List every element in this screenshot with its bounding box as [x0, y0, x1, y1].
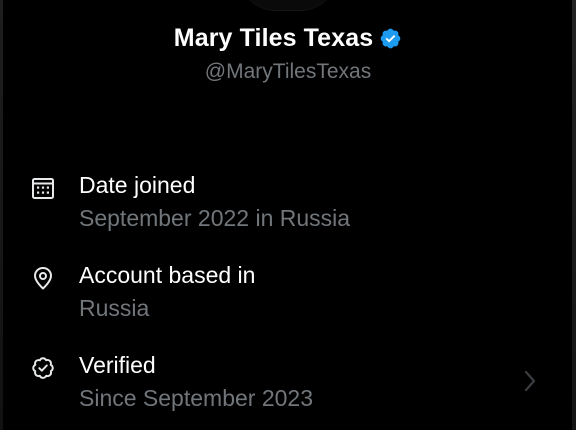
name-line: Mary Tiles Texas [174, 18, 402, 58]
profile-header: Mary Tiles Texas @MaryTilesTexas [0, 18, 576, 84]
row-title-date-joined: Date joined [79, 172, 196, 198]
location-pin-icon [30, 265, 56, 291]
calendar-icon [30, 175, 56, 201]
display-name: Mary Tiles Texas [173, 23, 374, 52]
profile-handle: @MaryTilesTexas [204, 60, 372, 83]
row-subtitle-account-based-in: Russia [79, 295, 150, 321]
row-verified[interactable]: Verified Since September 2023 [0, 348, 576, 418]
account-info-screen: Mary Tiles Texas @MaryTilesTexas Date jo… [0, 0, 576, 430]
row-subtitle-date-joined: September 2022 in Russia [79, 205, 351, 231]
row-title-account-based-in: Account based in [79, 262, 256, 288]
row-account-based-in: Account based in Russia [0, 258, 576, 328]
row-date-joined: Date joined September 2022 in Russia [0, 168, 576, 238]
row-subtitle-verified: Since September 2023 [79, 385, 313, 411]
verified-check-icon [30, 355, 56, 381]
verified-badge-icon[interactable] [379, 27, 402, 50]
row-title-verified: Verified [79, 352, 156, 378]
chevron-right-icon[interactable] [520, 367, 540, 395]
avatar-edge [236, 0, 340, 11]
